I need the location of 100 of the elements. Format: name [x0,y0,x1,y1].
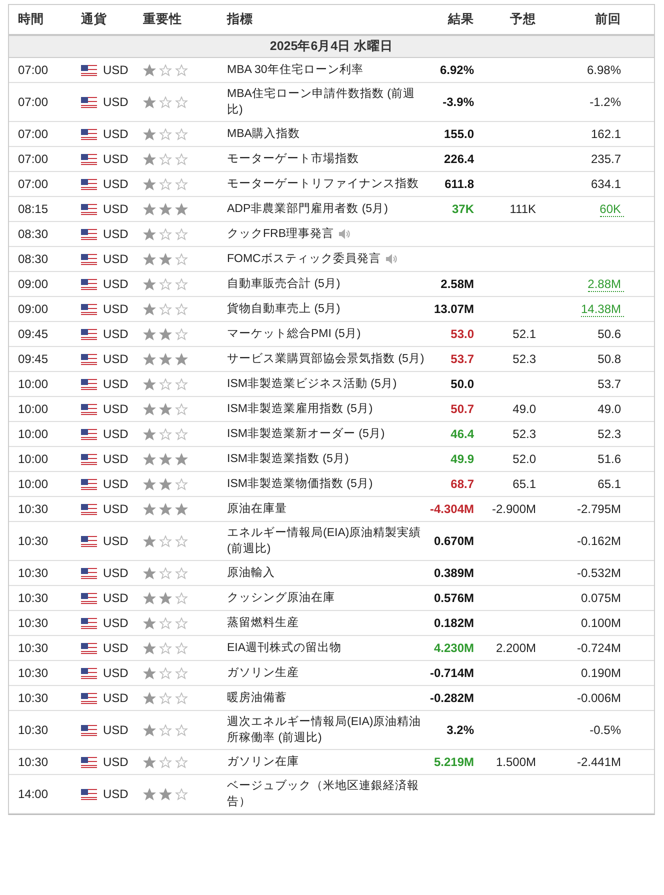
event-name[interactable]: クックFRB理事発言 [227,226,334,242]
currency-cell: USD [103,402,128,416]
time-cell: 10:30 [18,641,48,655]
actual-value: 6.92% [440,63,475,77]
currency-cell: USD [103,95,128,109]
event-name[interactable]: エネルギー情報局(EIA)原油精製実績 (前週比) [227,525,425,557]
us-flag-icon [81,204,97,214]
event-name[interactable]: クッシング原油在庫 [227,590,335,606]
event-name[interactable]: サービス業購買部協会景気指数 (5月) [227,351,424,367]
time-cell: 10:00 [18,452,48,466]
currency-cell: USD [103,152,128,166]
event-name[interactable]: モーターゲート市場指数 [227,151,359,167]
time-cell: 10:30 [18,591,48,605]
empty-star-icon [159,96,172,108]
actual-value: 13.07M [434,302,475,316]
filled-star-icon [143,328,156,340]
actual-value: 50.0 [450,377,475,391]
event-name[interactable]: FOMCボスティック委員発言 [227,251,381,267]
event-name[interactable]: ISM非製造業新オーダー (5月) [227,426,385,442]
empty-star-icon [175,278,188,290]
previous-value: 50.8 [598,352,622,366]
time-cell: 09:45 [18,352,48,366]
us-flag-icon [81,178,97,190]
time-cell: 08:30 [18,252,48,266]
event-name[interactable]: ガソリン生産 [227,665,299,681]
forecast-value: 65.1 [512,477,537,491]
us-flag-icon [81,304,97,314]
time-cell: 10:00 [18,377,48,391]
event-name[interactable]: ISM非製造業指数 (5月) [227,451,349,467]
us-flag-icon [81,254,97,264]
filled-star-icon [143,756,156,768]
event-name[interactable]: MBA住宅ローン申請件数指数 (前週比) [227,86,425,118]
previous-value[interactable]: 2.88M [588,276,624,292]
filled-star-icon [143,178,156,190]
event-name[interactable]: ISM非製造業ビジネス活動 (5月) [227,376,397,392]
empty-star-icon [175,428,188,440]
previous-value[interactable]: 60K [600,202,624,216]
event-name[interactable]: ISM非製造業雇用指数 (5月) [227,401,373,417]
event-name[interactable]: 暖房油備蓄 [227,690,287,706]
us-flag-icon [81,228,97,240]
empty-star-icon [175,252,188,266]
currency-cell: USD [103,691,128,705]
actual-value: 155.0 [444,127,475,141]
empty-star-icon [175,228,188,240]
previous-value: -2.795M [576,502,622,516]
filled-star-icon [143,402,156,416]
event-name[interactable]: マーケット総合PMI (5月) [227,326,361,342]
empty-star-icon [159,378,172,390]
speaker-icon[interactable] [384,253,397,265]
speaker-icon[interactable] [338,228,350,240]
event-name[interactable]: 原油輸入 [227,565,275,581]
filled-star-icon [143,502,156,516]
filled-star-icon [159,592,172,604]
time-cell: 07:00 [18,127,48,141]
time-cell: 07:00 [18,177,48,191]
empty-star-icon [159,666,172,680]
previous-value: -0.5% [590,723,622,737]
event-name[interactable]: MBA購入指数 [227,126,300,142]
empty-star-icon [175,788,188,800]
event-name[interactable]: 蒸留燃料生産 [227,615,299,631]
us-flag-icon [81,642,97,654]
time-cell: 10:30 [18,534,48,548]
event-name[interactable]: ガソリン在庫 [227,754,299,770]
filled-star-icon [159,478,172,490]
previous-value: 0.075M [580,591,622,605]
column-header: 重要性 [143,11,183,28]
actual-value: 0.670M [434,534,475,548]
filled-star-icon [143,228,156,240]
us-flag-icon [81,692,97,704]
event-name[interactable]: MBA 30年住宅ローン利率 [227,62,364,78]
empty-star-icon [159,566,172,580]
actual-value: -0.282M [430,691,475,705]
time-cell: 14:00 [18,787,48,801]
empty-star-icon [175,402,188,416]
previous-value: -2.441M [576,755,622,769]
event-name[interactable]: 原油在庫量 [227,501,287,517]
us-flag-icon [81,592,97,604]
previous-value: 49.0 [598,402,622,416]
event-name[interactable]: ベージュブック（米地区連銀経済報告） [227,778,425,810]
time-cell: 10:00 [18,427,48,441]
filled-star-icon [143,724,156,736]
previous-value: 53.7 [598,377,622,391]
event-name[interactable]: 貨物自動車売上 (5月) [227,301,340,317]
us-flag-icon [81,354,97,364]
time-cell: 08:15 [18,202,48,216]
actual-value: 37K [452,202,475,216]
event-name[interactable]: EIA週刊株式の留出物 [227,640,342,656]
filled-star-icon [159,328,172,340]
forecast-value: 52.0 [512,452,537,466]
event-name[interactable]: モーターゲートリファイナンス指数 [227,176,419,192]
event-name[interactable]: ADP非農業部門雇用者数 (5月) [227,201,388,217]
time-cell: 09:00 [18,302,48,316]
forecast-value: -2.900M [492,502,537,516]
event-name[interactable]: 週次エネルギー情報局(EIA)原油精油所稼働率 (前週比) [227,714,425,746]
filled-star-icon [143,452,156,466]
filled-star-icon [143,642,156,654]
previous-value[interactable]: 14.38M [580,302,624,316]
event-name[interactable]: ISM非製造業物価指数 (5月) [227,476,373,492]
time-cell: 10:00 [18,402,48,416]
event-name[interactable]: 自動車販売合計 (5月) [227,276,340,292]
